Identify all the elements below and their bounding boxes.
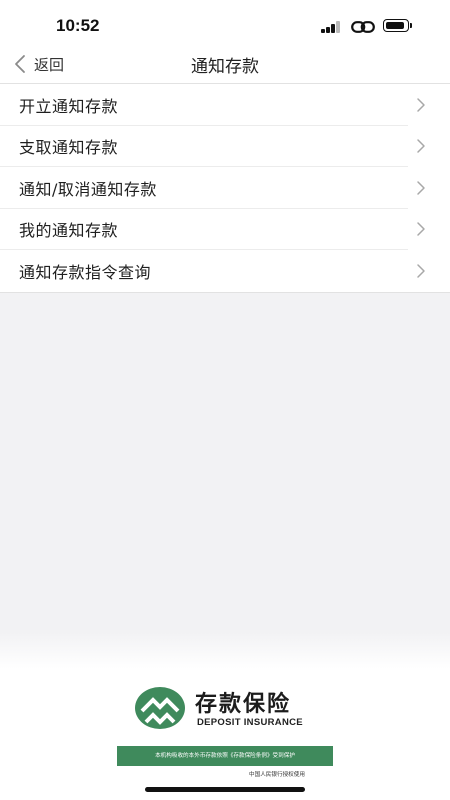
personal-hotspot-link-icon [351,21,375,33]
deposit-insurance-banner: 本机构吸收的本外币存款依照《存款保险条例》受到保护 [117,746,333,766]
cellular-signal-icon [321,21,341,33]
chevron-right-icon [417,264,425,278]
nav-bar: 返回 通知存款 [0,44,450,84]
menu-item-label: 通知/取消通知存款 [19,179,157,199]
home-indicator[interactable] [145,787,305,792]
battery-icon [383,19,409,32]
battery-cap [410,23,412,28]
menu-item-my-notice-deposits[interactable]: 我的通知存款 [0,209,450,251]
page-title: 通知存款 [191,57,259,77]
deposit-insurance-logo-icon [135,687,185,729]
status-time: 10:52 [56,16,100,35]
menu-item-label: 开立通知存款 [19,96,119,116]
menu-item-notice-instruction-query[interactable]: 通知存款指令查询 [0,250,450,292]
menu-item-label: 通知存款指令查询 [19,262,152,282]
chevron-right-icon [417,222,425,236]
chevron-right-icon [417,98,425,112]
menu-item-label: 我的通知存款 [19,221,119,241]
deposit-insurance-subtitle: DEPOSIT INSURANCE [197,717,303,728]
menu-list: 开立通知存款 支取通知存款 通知/取消通知存款 我的通知存款 通知存款指令查询 [0,84,450,293]
menu-item-open-notice-deposit[interactable]: 开立通知存款 [0,84,450,126]
authorization-note: 中国人民银行授权使用 [249,772,305,778]
menu-item-withdraw-notice-deposit[interactable]: 支取通知存款 [0,126,450,168]
menu-item-label: 支取通知存款 [19,138,119,158]
deposit-insurance-title: 存款保险 [195,692,292,717]
menu-item-notify-cancel-notice[interactable]: 通知/取消通知存款 [0,167,450,209]
status-bar: 10:52 [0,0,450,44]
chevron-right-icon [417,139,425,153]
chevron-right-icon [417,181,425,195]
